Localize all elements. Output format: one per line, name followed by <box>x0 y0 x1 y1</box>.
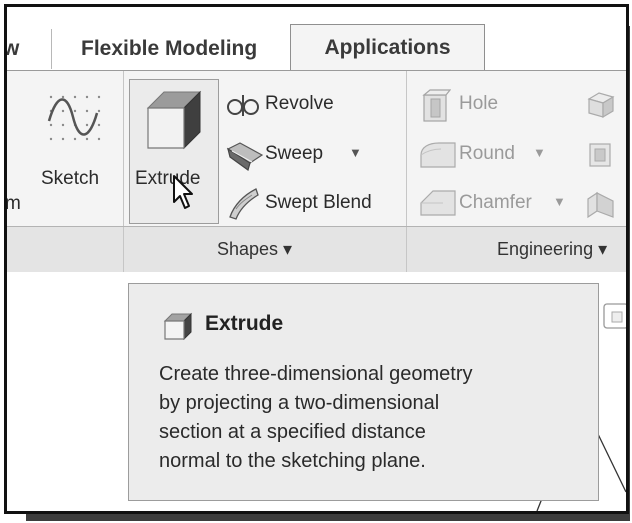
shell-icon[interactable] <box>585 89 615 119</box>
sketch-icon <box>47 95 101 141</box>
sweep-icon <box>226 142 264 171</box>
partial-command-label: m <box>7 193 21 215</box>
tooltip-line: normal to the sketching plane. <box>159 450 426 472</box>
ribbon-tab-strip: w Flexible Modeling Applications <box>7 7 626 71</box>
ribbon-panel: m Sketch Extrude <box>7 70 626 227</box>
mouse-cursor-icon <box>173 175 193 209</box>
draft-icon[interactable] <box>587 141 613 169</box>
extrude-tooltip: Extrude Create three-dimensional geometr… <box>128 283 599 501</box>
chamfer-icon <box>420 190 456 216</box>
extrude-icon <box>146 90 202 150</box>
hole-label: Hole <box>459 93 499 114</box>
tab-applications[interactable]: Applications <box>290 24 485 71</box>
tooltip-line: section at a specified distance <box>159 421 426 443</box>
revolve-label: Revolve <box>265 93 334 114</box>
chamfer-dropdown-arrow[interactable]: ▼ <box>553 194 566 209</box>
revolve-icon <box>227 95 259 116</box>
round-dropdown-arrow[interactable]: ▼ <box>533 145 546 160</box>
tooltip-line: by projecting a two-dimensional <box>159 392 440 414</box>
extrude-icon <box>163 312 193 340</box>
sweep-dropdown-arrow[interactable]: ▼ <box>349 145 362 160</box>
chamfer-label: Chamfer <box>459 192 532 213</box>
tab-separator <box>51 29 52 69</box>
figure-frame: w Flexible Modeling Applications m Sketc… <box>4 4 629 514</box>
round-icon <box>420 142 456 168</box>
tab-view-partial[interactable]: w <box>7 27 19 70</box>
hole-icon <box>422 89 451 122</box>
tooltip-line: Create three-dimensional geometry <box>159 363 473 385</box>
sketch-label: Sketch <box>41 168 100 189</box>
swept-blend-label: Swept Blend <box>265 192 372 213</box>
tab-flexible-modeling[interactable]: Flexible Modeling <box>81 27 257 70</box>
app-window: w Flexible Modeling Applications m Sketc… <box>7 7 626 511</box>
group-separator <box>123 227 124 272</box>
engineering-group-label[interactable]: Engineering ▾ <box>497 239 607 260</box>
ribbon-separator <box>406 71 407 226</box>
group-separator <box>406 227 407 272</box>
shapes-group-label[interactable]: Shapes ▾ <box>217 239 292 260</box>
sweep-label: Sweep <box>265 143 324 164</box>
view-toolbar-icon[interactable] <box>602 302 626 332</box>
extrude-button[interactable]: Extrude <box>129 79 219 224</box>
rib-icon[interactable] <box>585 189 615 219</box>
ribbon-separator <box>123 71 124 226</box>
round-label: Round <box>459 143 515 164</box>
tooltip-title: Extrude <box>205 312 284 335</box>
swept-blend-icon <box>229 188 259 220</box>
ribbon-group-bar: Shapes ▾ Engineering ▾ <box>7 226 626 273</box>
tooltip-description: Create three-dimensional geometry by pro… <box>159 360 579 476</box>
